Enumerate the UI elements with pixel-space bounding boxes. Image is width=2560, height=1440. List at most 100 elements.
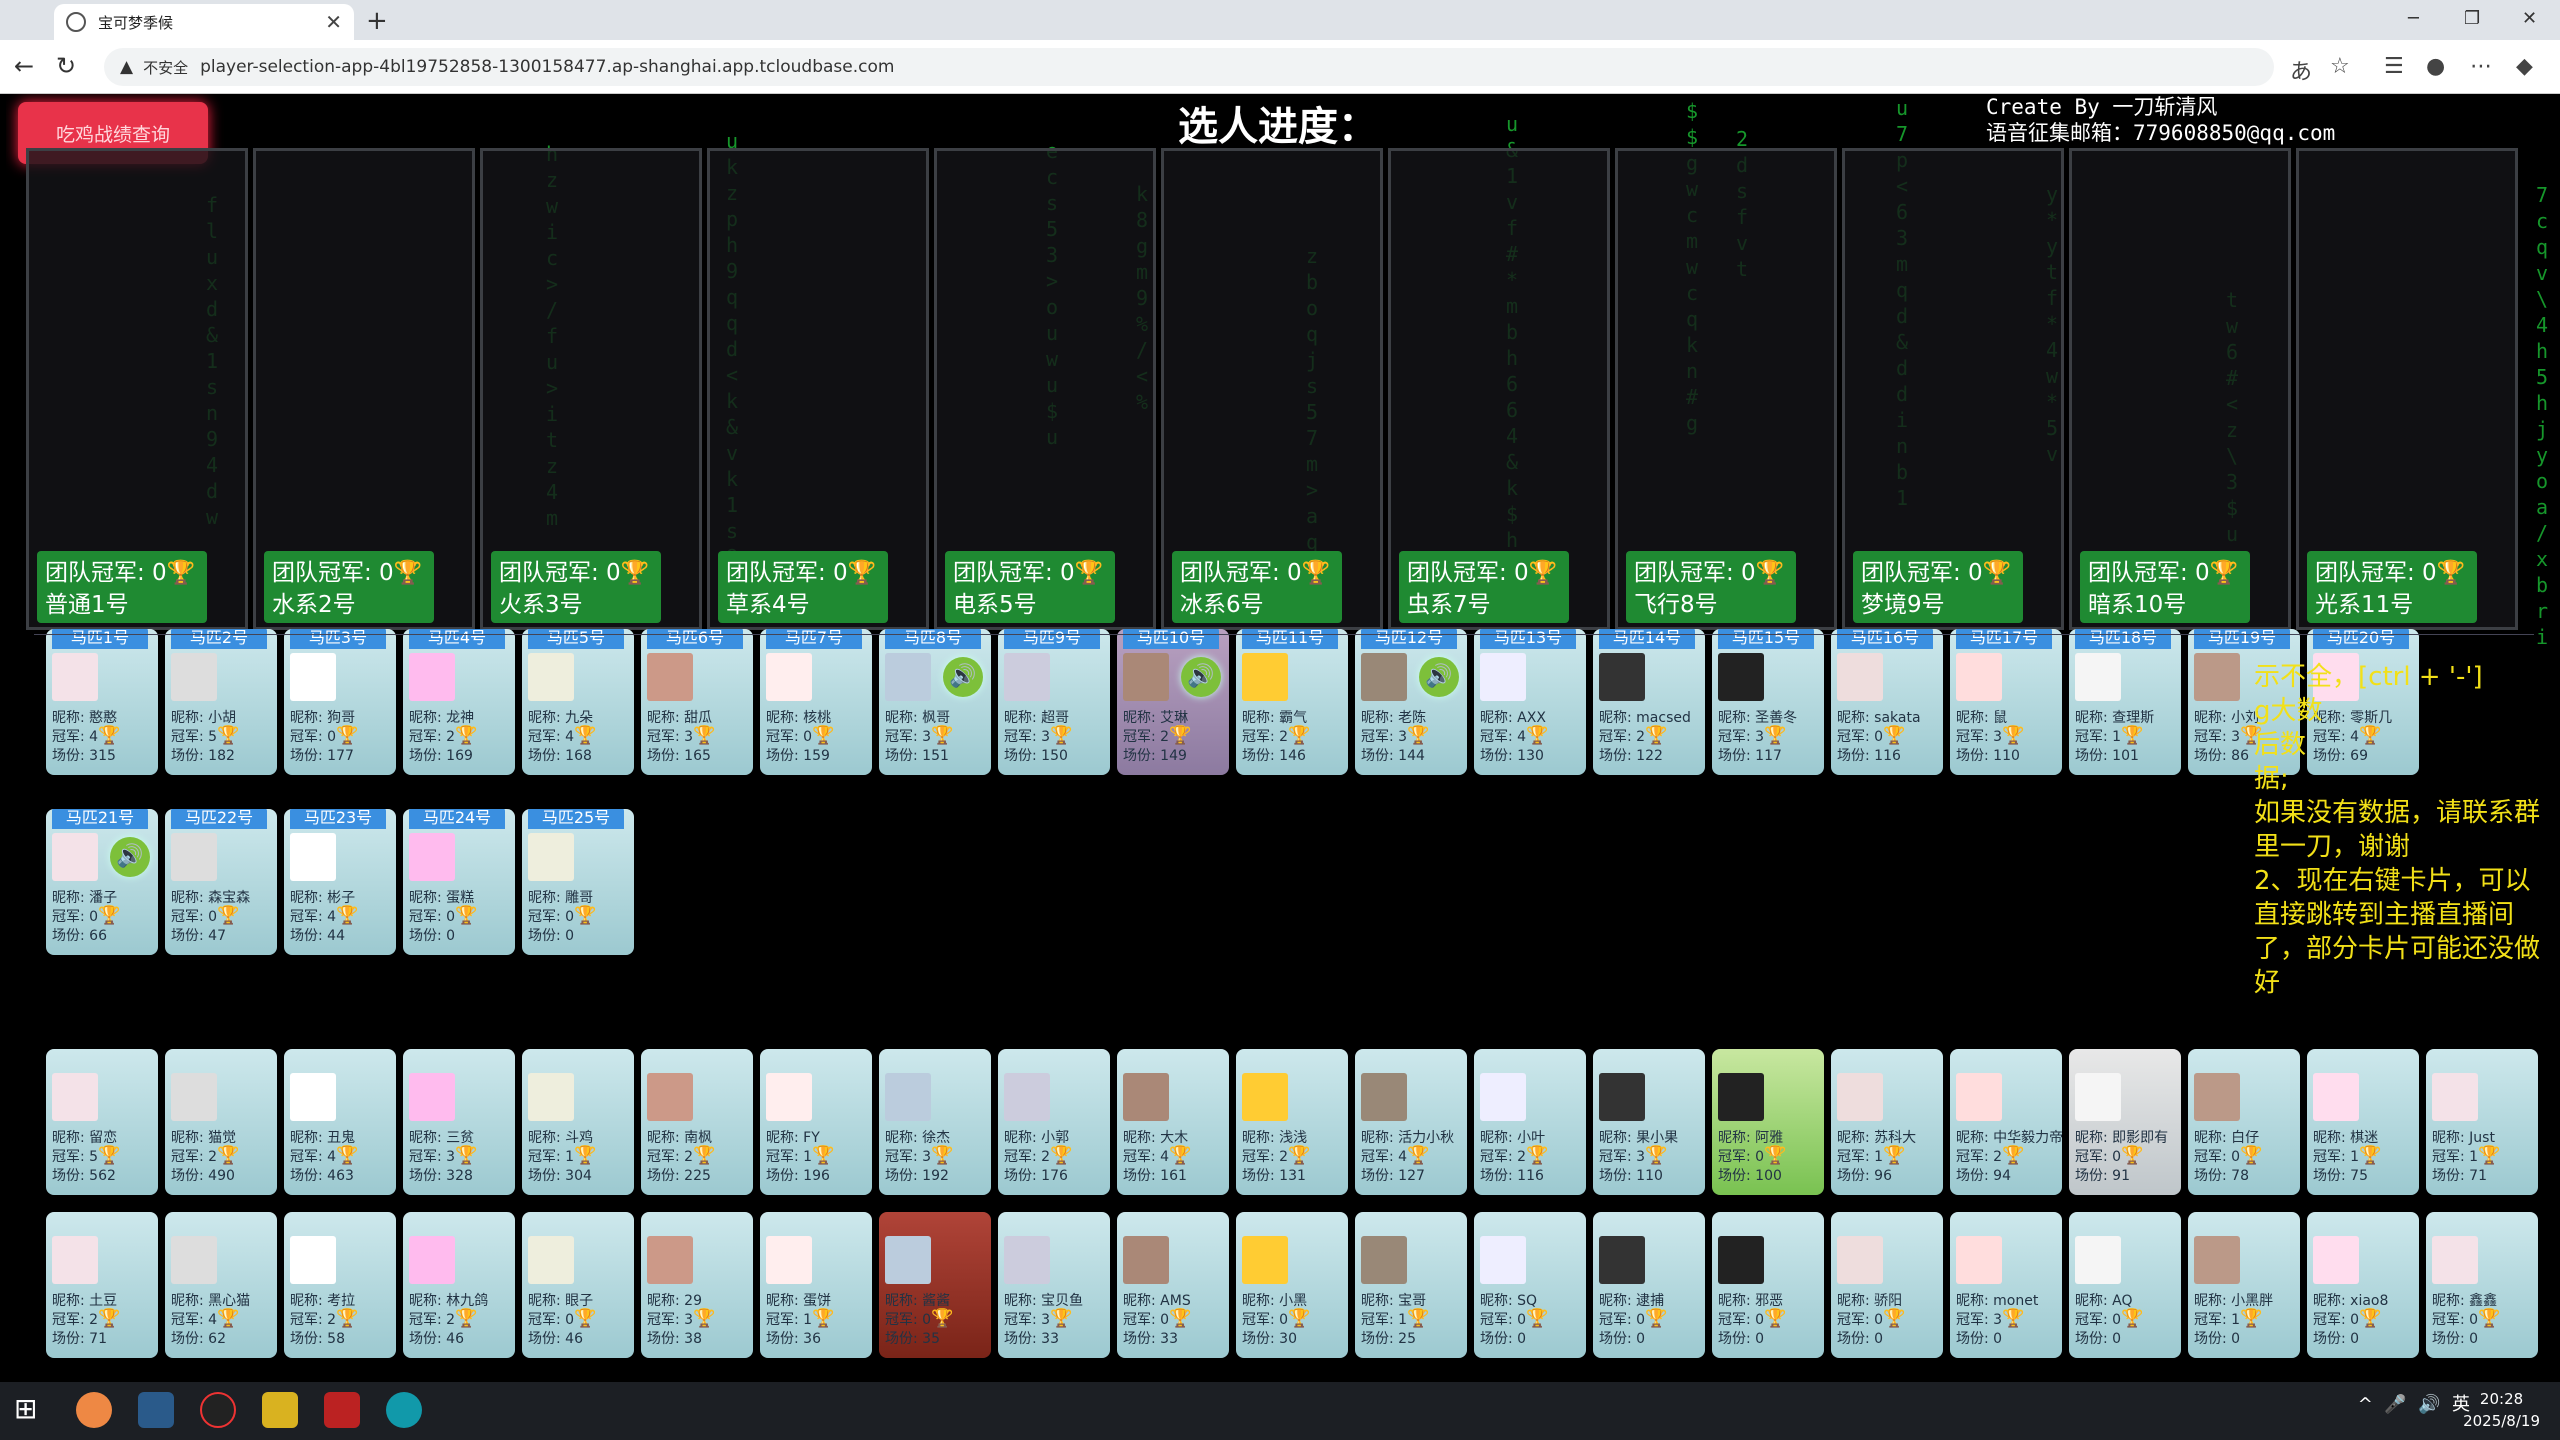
player-card[interactable]: 昵称: 蛋饼 冠军: 1🏆 场份: 36	[760, 1212, 872, 1358]
horse-card[interactable]: 马匹24号 昵称: 蛋糕 冠军: 0🏆 场份: 0	[403, 809, 515, 955]
player-card[interactable]: 昵称: 眼子 冠军: 0🏆 场份: 46	[522, 1212, 634, 1358]
horse-card[interactable]: 马匹7号 昵称: 核桃 冠军: 0🏆 场份: 159	[760, 629, 872, 775]
horse-card[interactable]: 马匹5号 昵称: 九朵 冠军: 4🏆 场份: 168	[522, 629, 634, 775]
player-card[interactable]: 昵称: 考拉 冠军: 2🏆 场份: 58	[284, 1212, 396, 1358]
app-icon[interactable]	[200, 1392, 236, 1428]
player-card[interactable]: 昵称: 中华毅力帝 冠军: 2🏆 场份: 94	[1950, 1049, 2062, 1195]
start-icon[interactable]: ⊞	[14, 1392, 50, 1428]
window-close-icon[interactable]: ✕	[2522, 8, 2537, 29]
reload-icon[interactable]: ↻	[56, 52, 76, 80]
player-card[interactable]: 昵称: 活力小秋 冠军: 4🏆 场份: 127	[1355, 1049, 1467, 1195]
horse-card[interactable]: 马匹8号 🔊 昵称: 枫哥 冠军: 3🏆 场份: 151	[879, 629, 991, 775]
player-card[interactable]: 昵称: SQ 冠军: 0🏆 场份: 0	[1474, 1212, 1586, 1358]
player-card[interactable]: 昵称: AMS 冠军: 0🏆 场份: 33	[1117, 1212, 1229, 1358]
player-card[interactable]: 昵称: 徐杰 冠军: 3🏆 场份: 192	[879, 1049, 991, 1195]
player-card[interactable]: 昵称: 猫觉 冠军: 2🏆 场份: 490	[165, 1049, 277, 1195]
speaker-icon[interactable]: 🔊	[943, 657, 983, 697]
team-slot[interactable]: 团队冠军: 0🏆 火系3号	[480, 148, 702, 630]
team-slot[interactable]: 团队冠军: 0🏆 光系11号	[2296, 148, 2518, 630]
translate-icon[interactable]: あ	[2290, 54, 2312, 86]
player-card[interactable]: 昵称: 林九鸽 冠军: 2🏆 场份: 46	[403, 1212, 515, 1358]
more-icon[interactable]: ⋯	[2470, 54, 2492, 79]
url-field[interactable]: ▲ 不安全 player-selection-app-4bl19752858-1…	[104, 48, 2274, 86]
player-card[interactable]: 昵称: 丑鬼 冠军: 4🏆 场份: 463	[284, 1049, 396, 1195]
team-slot[interactable]: 团队冠军: 0🏆 暗系10号	[2069, 148, 2291, 630]
profile-icon[interactable]: ●	[2426, 54, 2445, 79]
team-slot[interactable]: 团队冠军: 0🏆 虫系7号	[1388, 148, 1610, 630]
horse-card[interactable]: 马匹3号 昵称: 狗哥 冠军: 0🏆 场份: 177	[284, 629, 396, 775]
player-card[interactable]: 昵称: 白仔 冠军: 0🏆 场份: 78	[2188, 1049, 2300, 1195]
horse-card[interactable]: 马匹22号 昵称: 森宝森 冠军: 0🏆 场份: 47	[165, 809, 277, 955]
player-card[interactable]: 昵称: Just 冠军: 1🏆 场份: 71	[2426, 1049, 2538, 1195]
horse-card[interactable]: 马匹13号 昵称: AXX 冠军: 4🏆 场份: 130	[1474, 629, 1586, 775]
player-card[interactable]: 昵称: xiao8 冠军: 0🏆 场份: 0	[2307, 1212, 2419, 1358]
copilot-icon[interactable]: ◆	[2516, 54, 2533, 79]
player-card[interactable]: 昵称: 小郭 冠军: 2🏆 场份: 176	[998, 1049, 1110, 1195]
player-card[interactable]: 昵称: AQ 冠军: 0🏆 场份: 0	[2069, 1212, 2181, 1358]
player-card[interactable]: 昵称: 小黑 冠军: 0🏆 场份: 30	[1236, 1212, 1348, 1358]
chrome-icon[interactable]	[76, 1392, 112, 1428]
close-tab-icon[interactable]: ✕	[325, 10, 342, 34]
horse-card[interactable]: 马匹23号 昵称: 彬子 冠军: 4🏆 场份: 44	[284, 809, 396, 955]
clock[interactable]: 20:28 2025/8/19	[2463, 1388, 2540, 1432]
horse-card[interactable]: 马匹17号 昵称: 鼠冠军: 3🏆 场份: 110	[1950, 629, 2062, 775]
horse-card[interactable]: 马匹14号 昵称: macsed 冠军: 2🏆 场份: 122	[1593, 629, 1705, 775]
player-card[interactable]: 昵称: 土豆 冠军: 2🏆 场份: 71	[46, 1212, 158, 1358]
ime-indicator[interactable]: ^ 🎤 🔊 英	[2358, 1390, 2470, 1416]
player-card[interactable]: 昵称: 斗鸡 冠军: 1🏆 场份: 304	[522, 1049, 634, 1195]
app3-icon[interactable]	[324, 1392, 360, 1428]
maximize-icon[interactable]: ❐	[2464, 8, 2480, 29]
player-card[interactable]: 昵称: 骄阳 冠军: 0🏆 场份: 0	[1831, 1212, 1943, 1358]
horse-card[interactable]: 马匹6号 昵称: 甜瓜 冠军: 3🏆 场份: 165	[641, 629, 753, 775]
player-card[interactable]: 昵称: 黑心猫 冠军: 4🏆 场份: 62	[165, 1212, 277, 1358]
player-card[interactable]: 昵称: 酱酱 冠军: 0🏆 场份: 35	[879, 1212, 991, 1358]
player-card[interactable]: 昵称: 29 冠军: 3🏆 场份: 38	[641, 1212, 753, 1358]
player-card[interactable]: 昵称: FY 冠军: 1🏆 场份: 196	[760, 1049, 872, 1195]
team-slot[interactable]: 团队冠军: 0🏆 草系4号	[707, 148, 929, 630]
edge-icon[interactable]	[386, 1392, 422, 1428]
player-card[interactable]: 昵称: 大木 冠军: 4🏆 场份: 161	[1117, 1049, 1229, 1195]
horse-card[interactable]: 马匹4号 昵称: 龙神 冠军: 2🏆 场份: 169	[403, 629, 515, 775]
team-slot[interactable]: 团队冠军: 0🏆 水系2号	[253, 148, 475, 630]
speaker-icon[interactable]: 🔊	[1181, 657, 1221, 697]
speaker-icon[interactable]: 🔊	[1419, 657, 1459, 697]
horse-card[interactable]: 马匹9号 昵称: 超哥 冠军: 3🏆 场份: 150	[998, 629, 1110, 775]
player-card[interactable]: 昵称: 小叶 冠军: 2🏆 场份: 116	[1474, 1049, 1586, 1195]
horse-card[interactable]: 马匹18号 昵称: 查理斯 冠军: 1🏆 场份: 101	[2069, 629, 2181, 775]
favorites-icon[interactable]: ☰	[2384, 54, 2404, 79]
team-slot[interactable]: 团队冠军: 0🏆 冰系6号	[1161, 148, 1383, 630]
minimize-icon[interactable]: ─	[2408, 8, 2419, 29]
player-card[interactable]: 昵称: 留恋 冠军: 5🏆 场份: 562	[46, 1049, 158, 1195]
browser-tab[interactable]: 宝可梦季候 ✕	[54, 4, 354, 40]
team-slot[interactable]: 团队冠军: 0🏆 梦境9号	[1842, 148, 2064, 630]
back-icon[interactable]: ←	[14, 52, 34, 80]
player-card[interactable]: 昵称: 鑫鑫 冠军: 0🏆 场份: 0	[2426, 1212, 2538, 1358]
player-card[interactable]: 昵称: 苏科大 冠军: 1🏆 场份: 96	[1831, 1049, 1943, 1195]
team-slot[interactable]: 团队冠军: 0🏆 普通1号	[26, 148, 248, 630]
speaker-icon[interactable]: 🔊	[110, 837, 150, 877]
player-card[interactable]: 昵称: 逮捕 冠军: 0🏆 场份: 0	[1593, 1212, 1705, 1358]
player-card[interactable]: 昵称: 小黑胖 冠军: 1🏆 场份: 0	[2188, 1212, 2300, 1358]
horse-card[interactable]: 马匹12号 🔊 昵称: 老陈 冠军: 3🏆 场份: 144	[1355, 629, 1467, 775]
player-card[interactable]: 昵称: 阿雅 冠军: 0🏆 场份: 100	[1712, 1049, 1824, 1195]
player-card[interactable]: 昵称: 果小果 冠军: 3🏆 场份: 110	[1593, 1049, 1705, 1195]
player-card[interactable]: 昵称: 浅浅 冠军: 2🏆 场份: 131	[1236, 1049, 1348, 1195]
horse-card[interactable]: 马匹21号 🔊 昵称: 潘子 冠军: 0🏆 场份: 66	[46, 809, 158, 955]
player-card[interactable]: 昵称: 即影即有 冠军: 0🏆 场份: 91	[2069, 1049, 2181, 1195]
player-card[interactable]: 昵称: 南枫 冠军: 2🏆 场份: 225	[641, 1049, 753, 1195]
horse-card[interactable]: 马匹10号 🔊 昵称: 艾琳 冠军: 2🏆 场份: 149	[1117, 629, 1229, 775]
steam-icon[interactable]	[138, 1392, 174, 1428]
player-card[interactable]: 昵称: 棋迷 冠军: 1🏆 场份: 75	[2307, 1049, 2419, 1195]
player-card[interactable]: 昵称: monet 冠军: 3🏆 场份: 0	[1950, 1212, 2062, 1358]
player-card[interactable]: 昵称: 邪恶 冠军: 0🏆 场份: 0	[1712, 1212, 1824, 1358]
horse-card[interactable]: 马匹16号 昵称: sakata 冠军: 0🏆 场份: 116	[1831, 629, 1943, 775]
app2-icon[interactable]	[262, 1392, 298, 1428]
player-card[interactable]: 昵称: 宝贝鱼 冠军: 3🏆 场份: 33	[998, 1212, 1110, 1358]
player-card[interactable]: 昵称: 三贫 冠军: 3🏆 场份: 328	[403, 1049, 515, 1195]
horse-card[interactable]: 马匹11号 昵称: 霸气 冠军: 2🏆 场份: 146	[1236, 629, 1348, 775]
team-slot[interactable]: 团队冠军: 0🏆 飞行8号	[1615, 148, 1837, 630]
horse-card[interactable]: 马匹15号 昵称: 圣善冬 冠军: 3🏆 场份: 117	[1712, 629, 1824, 775]
chevron-up-icon[interactable]: ^	[2358, 1394, 2373, 1415]
player-card[interactable]: 昵称: 宝哥 冠军: 1🏆 场份: 25	[1355, 1212, 1467, 1358]
horse-card[interactable]: 马匹1号 昵称: 憨憨 冠军: 4🏆 场份: 315	[46, 629, 158, 775]
